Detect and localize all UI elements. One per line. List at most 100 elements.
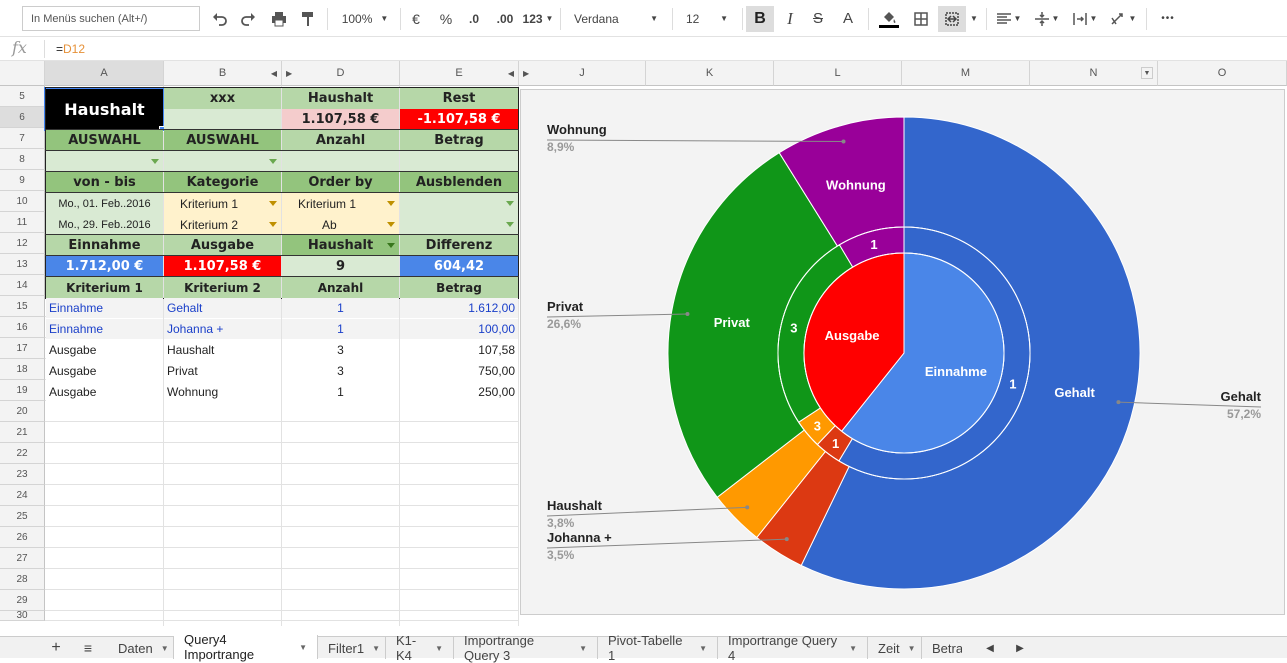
formula-input[interactable]: =D12 [56,42,85,56]
ausblenden-1-dropdown[interactable] [400,193,518,214]
column-header-b[interactable]: B ◀ [164,61,282,86]
cell-a14[interactable]: Kriterium 1 [46,277,163,298]
cell-a13[interactable]: 1.712,00 € [46,256,163,277]
undo-icon[interactable] [208,0,232,37]
text-color-button[interactable]: A [836,0,860,37]
cell-b5[interactable]: xxx [164,88,281,109]
date-from-field[interactable]: Mo., 01. Feb..2016 [46,193,163,214]
row-header[interactable]: 5 [0,86,45,107]
column-header-n[interactable]: N ▼ [1030,61,1158,86]
cell-a7[interactable]: AUSWAHL [46,130,163,151]
table-cell-betrag[interactable]: 750,00 [400,361,518,381]
italic-button[interactable]: I [778,0,802,37]
cell-d9[interactable]: Order by [282,172,399,193]
cell-d7[interactable]: Anzahl [282,130,399,151]
row-header[interactable]: 7 [0,128,45,149]
sheet-tab[interactable]: Query4 Importrange ▼ [174,632,318,662]
scroll-tabs-right-icon[interactable]: ▶ [1005,637,1035,659]
row-header[interactable]: 11 [0,212,45,233]
chevron-down-icon[interactable]: ▼ [968,0,980,37]
table-cell-anzahl[interactable]: 1 [282,298,399,318]
tab-menu-icon[interactable]: ▼ [579,644,587,653]
row-header[interactable]: 30 [0,610,45,621]
auswahl-1-dropdown[interactable] [46,151,163,172]
column-header-e[interactable]: E ◀ [400,61,519,86]
zoom-select[interactable]: 100% ▼ [336,0,394,37]
row-header[interactable]: 26 [0,527,45,548]
table-cell-anzahl[interactable]: 3 [282,340,399,360]
expand-right-icon[interactable]: ▶ [286,69,292,78]
cell-e5[interactable]: Rest [400,88,518,109]
redo-icon[interactable] [236,0,260,37]
cell-e8[interactable] [400,151,518,172]
fill-color-icon[interactable] [876,0,902,37]
row-header[interactable]: 10 [0,191,45,212]
more-options-icon[interactable]: ••• [1154,0,1182,37]
currency-button[interactable]: € [404,0,428,37]
table-cell-anzahl[interactable]: 1 [282,319,399,339]
print-icon[interactable] [266,0,292,37]
tab-menu-icon[interactable]: ▼ [372,644,380,653]
sunburst-chart[interactable]: 1 1 3 3 1 Einnahme Ausgabe Gehalt Privat Wohnung G… [520,89,1285,615]
cell-b6[interactable] [164,109,281,130]
cell-b13[interactable]: 1.107,58 € [164,256,281,277]
table-cell-betrag[interactable]: 107,58 [400,340,518,360]
text-wrap-icon[interactable]: ▼ [1068,0,1102,37]
add-sheet-button[interactable]: + [40,637,72,659]
collapse-left-icon[interactable]: ◀ [508,69,514,78]
font-size-select[interactable]: 12 ▼ [678,0,736,37]
cell-a5-title[interactable]: Haushalt [44,87,165,131]
row-header[interactable]: 25 [0,506,45,527]
sheet-tab[interactable]: Betra [922,637,962,659]
table-cell-betrag[interactable]: 100,00 [400,319,518,339]
cell-b14[interactable]: Kriterium 2 [164,277,281,298]
auswahl-2-dropdown[interactable] [164,151,281,172]
strikethrough-button[interactable]: S [806,0,830,37]
row-header[interactable]: 22 [0,443,45,464]
sheet-tab[interactable]: Pivot-Tabelle 1 ▼ [598,633,718,663]
select-all-corner[interactable] [0,61,45,86]
column-header-l[interactable]: L [774,61,902,86]
sheet-tab[interactable]: Filter1 ▼ [318,637,386,659]
horizontal-align-icon[interactable]: ▼ [992,0,1026,37]
merge-cells-icon[interactable] [938,6,966,32]
tab-menu-icon[interactable]: ▼ [699,644,707,653]
collapse-left-icon[interactable]: ◀ [271,69,277,78]
percent-button[interactable]: % [434,0,458,37]
cell-d14[interactable]: Anzahl [282,277,399,298]
table-cell-betrag[interactable]: 1.612,00 [400,298,518,318]
row-header[interactable]: 29 [0,590,45,611]
row-header[interactable]: 18 [0,359,45,380]
tab-menu-icon[interactable]: ▼ [849,644,857,653]
row-header[interactable]: 21 [0,422,45,443]
row-header[interactable]: 6 [0,107,45,128]
cell-b9[interactable]: Kategorie [164,172,281,193]
cell-e14[interactable]: Betrag [400,277,518,298]
text-rotation-icon[interactable]: ▼ [1106,0,1140,37]
table-cell-k2[interactable]: Gehalt [164,298,281,318]
table-cell-k1[interactable]: Ausgabe [46,340,163,360]
sheet-tab[interactable]: Zeit ▼ [868,637,922,659]
row-header[interactable]: 28 [0,569,45,590]
table-cell-betrag[interactable]: 250,00 [400,382,518,402]
tab-menu-icon[interactable]: ▼ [299,643,307,652]
cell-e7[interactable]: Betrag [400,130,518,151]
more-formats-button[interactable]: 123 ▼ [522,0,554,37]
paint-format-icon[interactable] [296,0,320,37]
table-cell-k2[interactable]: Haushalt [164,340,281,360]
borders-icon[interactable] [908,0,934,37]
row-header[interactable]: 9 [0,170,45,191]
cell-e9[interactable]: Ausblenden [400,172,518,193]
row-header[interactable]: 24 [0,485,45,506]
column-header-k[interactable]: K [646,61,774,86]
table-cell-k1[interactable]: Ausgabe [46,361,163,381]
kategorie-1-dropdown[interactable]: Kriterium 1 [164,193,281,214]
table-cell-k2[interactable]: Johanna + [164,319,281,339]
cell-d13[interactable]: 9 [282,256,399,277]
kategorie-2-dropdown[interactable]: Kriterium 2 [164,214,281,235]
table-cell-k2[interactable]: Wohnung [164,382,281,402]
row-header[interactable]: 19 [0,380,45,401]
tab-menu-icon[interactable]: ▼ [908,644,916,653]
bold-button[interactable]: B [746,6,774,32]
row-header[interactable]: 12 [0,233,45,254]
